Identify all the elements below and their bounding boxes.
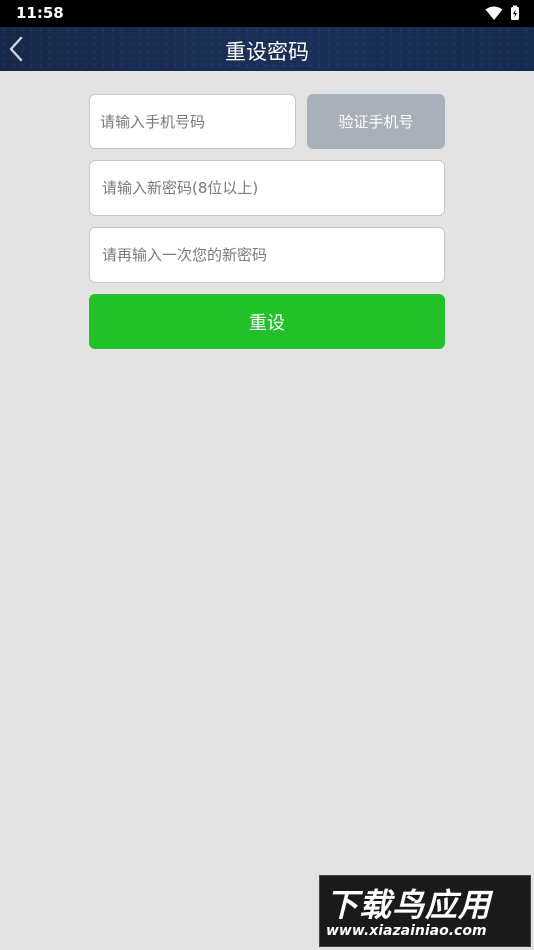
status-icons: [485, 5, 520, 21]
watermark-logo: 下载鸟应用 www.xiazainiao.com: [319, 875, 531, 947]
status-time: 11:58: [16, 4, 64, 22]
verify-phone-button[interactable]: 验证手机号: [307, 94, 445, 149]
header-bar: 重设密码: [0, 27, 534, 71]
page-title: 重设密码: [225, 40, 309, 64]
confirm-password-input[interactable]: [90, 228, 444, 282]
watermark-url: www.xiazainiao.com: [326, 923, 487, 939]
phone-field: [89, 94, 296, 149]
phone-input[interactable]: [90, 95, 295, 148]
status-bar: 11:58: [0, 0, 534, 27]
new-password-input[interactable]: [90, 161, 444, 215]
new-password-field: [89, 160, 445, 216]
wifi-icon: [485, 6, 503, 20]
reset-button[interactable]: 重设: [89, 294, 445, 349]
watermark-brand: 下载鸟应用: [326, 886, 492, 924]
battery-icon: [511, 5, 519, 20]
confirm-password-field: [89, 227, 445, 283]
